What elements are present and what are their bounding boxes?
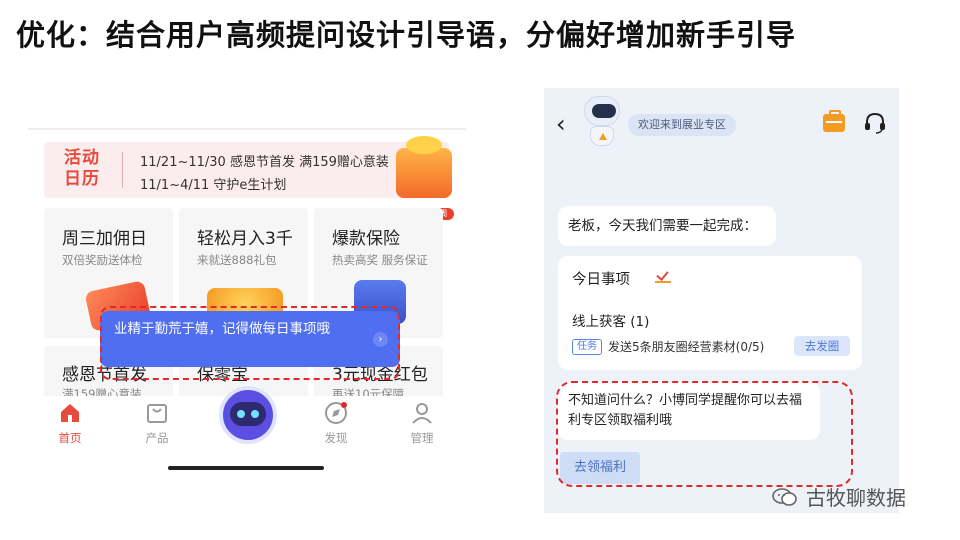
online-acquisition-title: 线上获客 (1)	[572, 314, 650, 330]
tab-home[interactable]: 首页	[40, 400, 100, 446]
welcome-banner: 欢迎来到展业专区	[628, 114, 736, 136]
checkmark-icon	[655, 269, 671, 283]
activity-calendar-logo: 活动 日历	[64, 148, 100, 189]
card-subtitle: 来就送888礼包	[197, 253, 277, 267]
tab-label: 产品	[145, 431, 169, 445]
task-tag: 任务	[572, 339, 602, 355]
briefcase-icon[interactable]	[823, 110, 845, 132]
compass-icon	[306, 400, 366, 426]
banner-line-2: 11/1~4/11 守护e生计划	[140, 178, 287, 193]
home-icon	[40, 400, 100, 426]
robot-assistant-icon[interactable]	[219, 386, 277, 444]
divider	[122, 152, 123, 188]
divider	[28, 128, 466, 130]
card-title: 周三加佣日	[62, 229, 147, 249]
watermark: 古牧聊数据	[772, 482, 906, 511]
left-phone-screen: 活动 日历 11/21~11/30 感恩节首发 满159赠心意装 11/1~4/…	[28, 128, 466, 473]
watermark-text: 古牧聊数据	[806, 486, 906, 510]
task-text: 发送5条朋友圈经营素材(0/5)	[608, 340, 765, 354]
chat-bubble-tasks: 今日事项 线上获客 (1) 任务 发送5条朋友圈经营素材(0/5) 去发圈	[558, 256, 862, 370]
highlight-dashed-box	[100, 306, 400, 380]
tab-discover[interactable]: 发现	[306, 400, 366, 446]
headset-icon[interactable]	[864, 112, 886, 134]
bag-icon	[127, 400, 187, 426]
tab-label: 发现	[324, 431, 348, 445]
gift-box-icon	[396, 136, 452, 198]
user-icon	[392, 400, 452, 426]
today-title: 今日事项	[572, 272, 630, 288]
tab-manage[interactable]: 管理	[392, 400, 452, 446]
chat-bubble-greeting: 老板，今天我们需要一起完成：	[558, 206, 776, 246]
card-subtitle: 热卖高奖 服务保证	[332, 253, 428, 267]
home-indicator	[168, 466, 324, 470]
highlight-dashed-box	[556, 381, 853, 487]
slide-title: 优化：结合用户高频提问设计引导语，分偏好增加新手引导	[16, 18, 797, 52]
banner-line-1: 11/21~11/30 感恩节首发 满159赠心意装	[140, 155, 389, 170]
tab-label: 管理	[410, 431, 434, 445]
wechat-icon	[772, 487, 798, 507]
activity-calendar-banner[interactable]: 活动 日历 11/21~11/30 感恩节首发 满159赠心意装 11/1~4/…	[44, 142, 449, 198]
back-arrow-icon[interactable]: ‹	[556, 112, 566, 136]
card-title: 爆款保险	[332, 229, 400, 249]
tab-label: 首页	[58, 431, 82, 445]
tab-products[interactable]: 产品	[127, 400, 187, 446]
post-moments-button[interactable]: 去发圈	[794, 336, 850, 356]
card-subtitle: 双倍奖励送体检	[62, 253, 143, 267]
card-title: 轻松月入3千	[197, 229, 293, 249]
robot-avatar-icon	[582, 96, 622, 148]
